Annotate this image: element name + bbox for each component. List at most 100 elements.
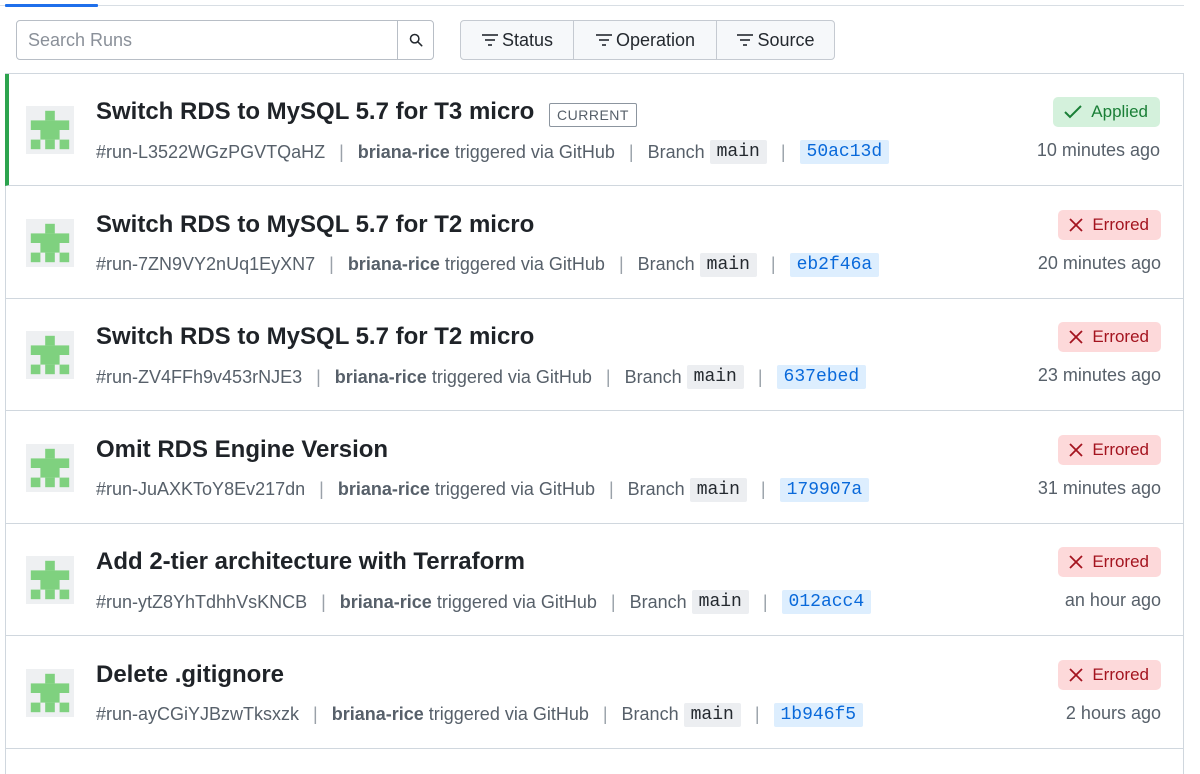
status-filter-label: Status [501,29,554,50]
meta-separator: | [313,704,318,724]
run-timestamp: 10 minutes ago [1036,140,1160,160]
commit-link[interactable]: 50ac13d [799,140,890,164]
runs-list: Switch RDS to MySQL 5.7 for T3 micro #ru… [5,73,1184,774]
branch-label: Branch [621,704,679,724]
commit-link[interactable]: eb2f46a [789,252,880,277]
branch-label: Branch [629,591,687,612]
run-id: #run-ayCGiYJBzwTksxzk [96,704,300,724]
run-user: briana-rice [337,479,430,499]
commit-link[interactable]: 012acc4 [781,590,872,614]
run-row[interactable]: Switch RDS to MySQL 5.7 for T2 micro #ru… [6,299,1183,411]
run-trigger: triggered via GitHub [434,479,595,499]
meta-separator: | [319,479,324,499]
run-meta: #run-JuAXKToY8Ev217dn | briana-rice trig… [96,476,870,504]
run-meta: #run-ytZ8YhTdhhVsKNCB | briana-rice trig… [96,588,872,616]
meta-separator: | [762,591,768,612]
run-row[interactable]: Switch RDS to MySQL 5.7 for T3 micro #ru… [5,74,1182,186]
meta-separator: | [760,479,766,499]
identicon-avatar [26,106,74,154]
run-timestamp: 23 minutes ago [1037,365,1161,385]
runs-toolbar: Status Operation Source [16,20,1184,62]
run-title[interactable]: Switch RDS to MySQL 5.7 for T2 micro [96,211,534,239]
run-row[interactable]: Omit RDS Engine Version #run-JuAXKToY8Ev… [6,411,1183,524]
commit-link[interactable]: 179907a [779,477,870,502]
search-icon [409,33,422,47]
active-tab-indicator [5,4,98,7]
status-badge: Errored [1058,547,1161,577]
run-user: briana-rice [331,704,424,724]
branch-name: main [683,702,741,727]
run-row[interactable]: Add 2-tier architecture with Terraform #… [6,524,1183,636]
branch-label: Branch [624,366,682,387]
filter-icon [595,34,612,46]
x-icon [1069,442,1083,457]
identicon-avatar [26,668,74,717]
meta-separator: | [618,254,624,274]
branch-name: main [709,140,767,164]
run-timestamp: 20 minutes ago [1037,252,1161,273]
x-icon [1069,667,1083,682]
identicon-avatar [26,556,74,604]
run-id: #run-7ZN9VY2nUq1EyXN7 [96,254,316,274]
search-button[interactable] [397,21,433,59]
operation-filter-button[interactable]: Operation [574,21,717,59]
status-badge: Errored [1058,322,1161,352]
branch-name: main [691,590,749,614]
top-divider [0,5,1184,6]
run-user: briana-rice [357,141,450,162]
run-id: #run-JuAXKToY8Ev217dn [96,479,306,499]
run-trigger: triggered via GitHub [436,591,597,612]
run-timestamp: an hour ago [1064,590,1161,610]
identicon-avatar [26,443,74,492]
run-id: #run-ZV4FFh9v453rNJE3 [96,366,303,387]
branch-name: main [699,252,757,277]
source-filter-label: Source [757,29,815,50]
run-title[interactable]: Switch RDS to MySQL 5.7 for T2 micro [96,323,534,351]
source-filter-button[interactable]: Source [717,21,834,59]
meta-separator: | [608,479,614,499]
meta-separator: | [321,591,326,612]
search-input[interactable] [18,22,418,58]
branch-label: Branch [637,254,695,274]
filter-icon [737,34,754,46]
status-label: Errored [1092,327,1149,346]
x-icon [1069,330,1083,344]
branch-name: main [686,365,744,389]
run-timestamp: 2 hours ago [1065,702,1161,723]
run-title[interactable]: Delete .gitignore [96,661,284,689]
filter-icon [481,34,498,46]
run-meta: #run-ZV4FFh9v453rNJE3 | briana-rice trig… [96,363,867,391]
check-icon [1064,105,1082,119]
status-label: Errored [1092,439,1149,459]
current-badge: CURRENT [549,103,637,127]
branch-label: Branch [627,479,685,499]
run-meta: #run-ayCGiYJBzwTksxzk | briana-rice trig… [96,701,864,729]
run-timestamp: 31 minutes ago [1037,477,1161,498]
run-title[interactable]: Switch RDS to MySQL 5.7 for T3 micro [96,98,534,126]
search-box [16,20,434,60]
meta-separator: | [329,254,334,274]
status-label: Errored [1092,664,1149,684]
meta-separator: | [754,704,760,724]
identicon-avatar [26,218,74,267]
status-filter-button[interactable]: Status [461,21,574,59]
meta-separator: | [757,366,763,387]
meta-separator: | [316,366,321,387]
run-id: #run-L3522WGzPGVTQaHZ [96,141,326,162]
operation-filter-label: Operation [615,29,696,50]
run-meta: #run-L3522WGzPGVTQaHZ | briana-rice trig… [96,138,890,166]
commit-link[interactable]: 1b946f5 [773,702,864,727]
commit-link[interactable]: 637ebed [776,365,867,389]
run-row[interactable]: Delete .gitignore #run-ayCGiYJBzwTksxzk … [6,636,1183,749]
identicon-avatar [26,331,74,379]
filter-group: Status Operation Source [460,20,835,60]
x-icon [1069,555,1083,569]
run-title[interactable]: Add 2-tier architecture with Terraform [96,548,525,576]
status-badge: Errored [1058,209,1161,240]
status-badge: Errored [1058,434,1161,465]
run-title[interactable]: Omit RDS Engine Version [96,436,388,464]
run-row[interactable]: Switch RDS to MySQL 5.7 for T2 micro #ru… [6,186,1183,299]
meta-separator: | [780,141,786,162]
run-trigger: triggered via GitHub [454,141,615,162]
meta-separator: | [339,141,344,162]
